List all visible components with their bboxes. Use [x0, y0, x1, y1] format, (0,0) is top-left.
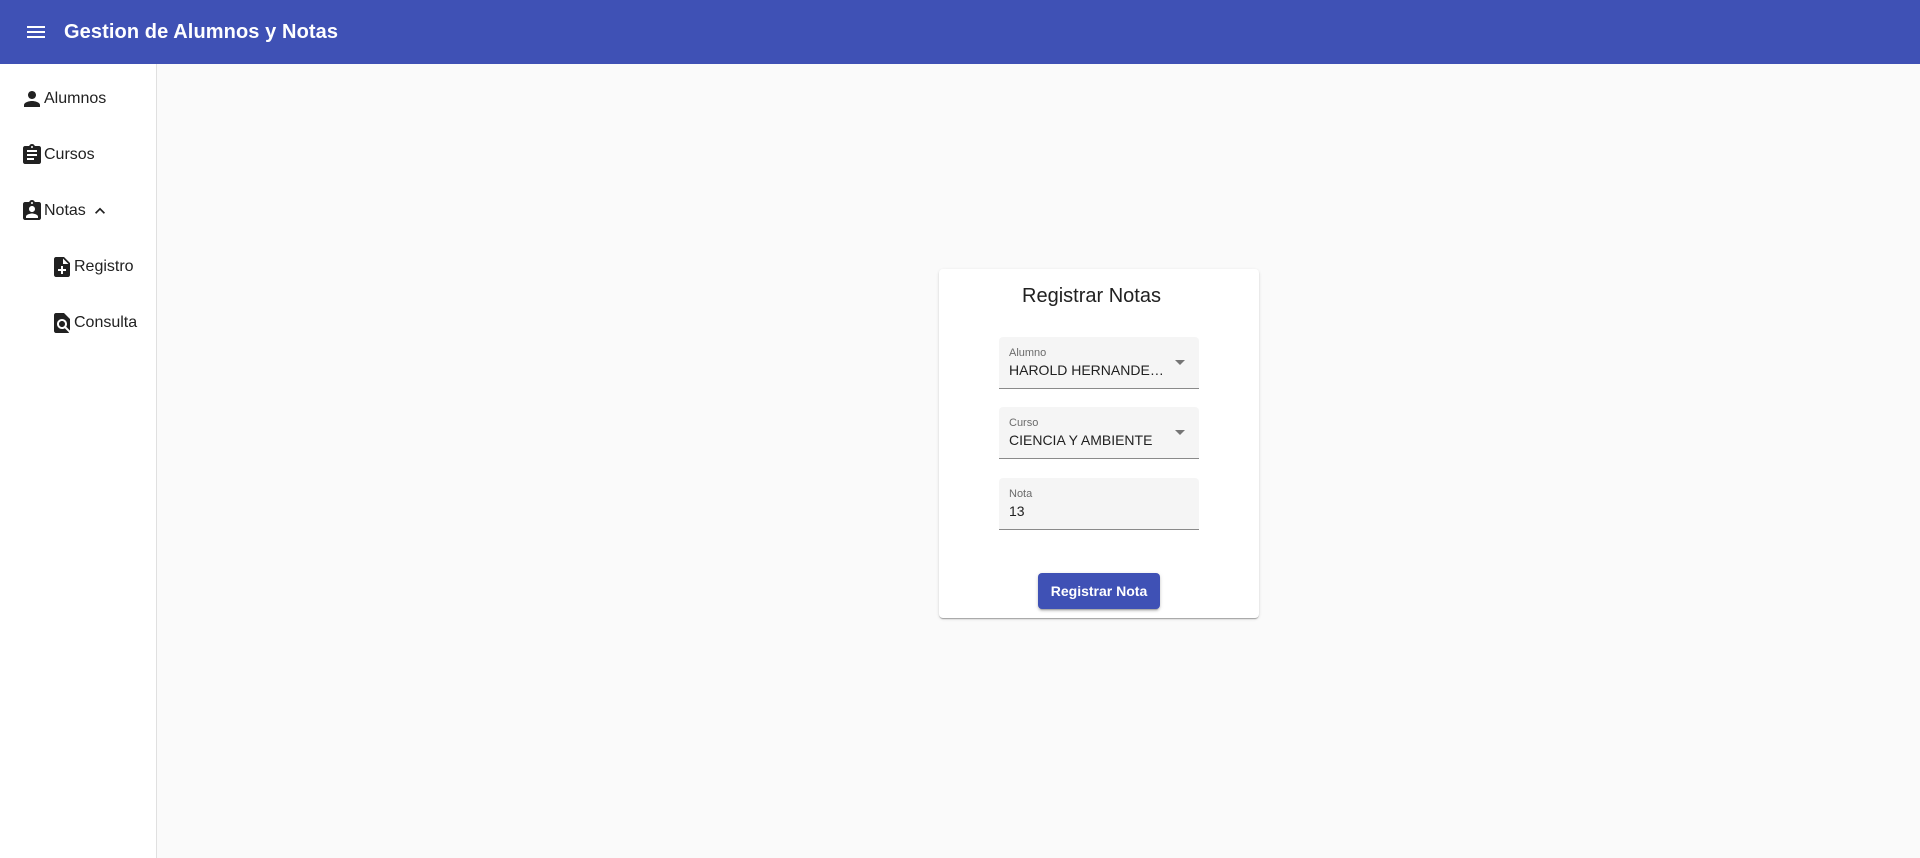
- menu-icon[interactable]: [24, 20, 48, 44]
- nota-field: Nota: [999, 478, 1199, 530]
- curso-value: CIENCIA Y AMBIENTE: [1009, 432, 1153, 448]
- find-in-page-icon: [50, 311, 74, 335]
- sidebar-item-alumnos[interactable]: Alumnos: [20, 83, 106, 115]
- sidebar-item-label: Notas: [44, 202, 86, 219]
- nota-input[interactable]: [1009, 503, 1189, 519]
- alumno-label: Alumno: [1009, 347, 1047, 359]
- person-icon: [20, 87, 44, 111]
- curso-select[interactable]: Curso CIENCIA Y AMBIENTE: [999, 407, 1199, 459]
- sidebar-item-cursos[interactable]: Cursos: [20, 139, 95, 171]
- curso-label: Curso: [1009, 417, 1039, 429]
- sidebar-item-registro[interactable]: Registro: [50, 251, 134, 283]
- dropdown-arrow-icon: [1175, 360, 1185, 365]
- sidebar-item-label: Consulta: [74, 314, 138, 331]
- assignment-ind-icon: [20, 199, 44, 223]
- dropdown-arrow-icon: [1175, 430, 1185, 435]
- sidebar-item-label: Alumnos: [44, 90, 107, 107]
- sidebar: Alumnos Cursos Notas Registro Consulta: [0, 64, 157, 858]
- alumno-select[interactable]: Alumno HAROLD HERNANDEZ B...: [999, 337, 1199, 389]
- alumno-value: HAROLD HERNANDEZ B...: [1009, 362, 1169, 378]
- sidebar-item-label: Registro: [74, 258, 134, 275]
- card-title: Registrar Notas: [1022, 285, 1161, 307]
- nota-label: Nota: [1009, 488, 1033, 500]
- sidebar-item-label: Cursos: [44, 146, 95, 163]
- register-note-button[interactable]: Registrar Nota: [1038, 573, 1160, 609]
- register-notes-card: Registrar Notas Alumno HAROLD HERNANDEZ …: [939, 269, 1259, 618]
- sidebar-item-notas[interactable]: Notas: [20, 195, 112, 227]
- sidebar-item-consulta[interactable]: Consulta: [50, 307, 137, 339]
- chevron-up-icon: [88, 199, 112, 223]
- app-toolbar: Gestion de Alumnos y Notas: [0, 0, 1920, 64]
- assignment-icon: [20, 143, 44, 167]
- app-title: Gestion de Alumnos y Notas: [64, 20, 339, 43]
- note-add-icon: [50, 255, 74, 279]
